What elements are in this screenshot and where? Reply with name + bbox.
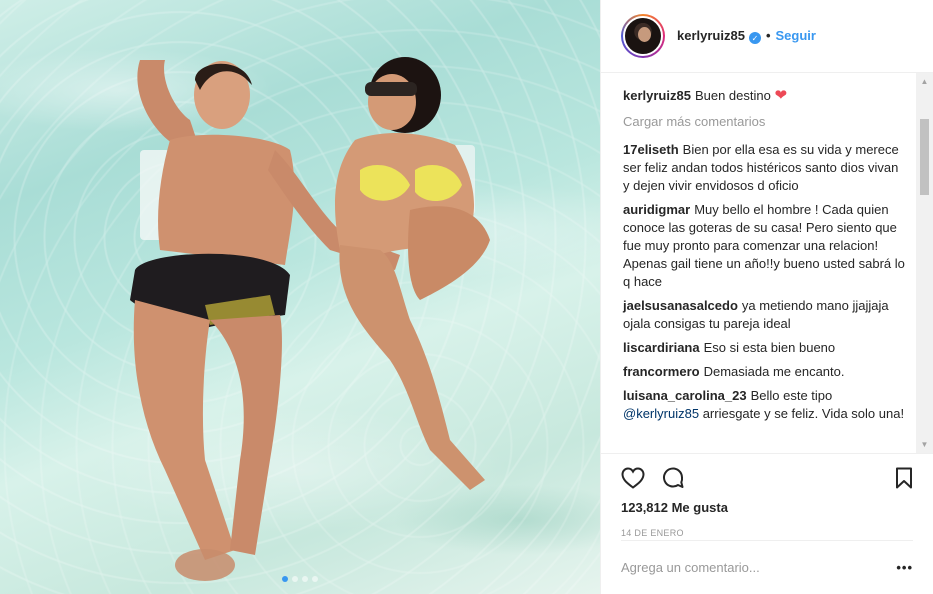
post-actions-area: 123,812 Me gusta 14 DE ENERO [601, 453, 933, 542]
follow-button[interactable]: Seguir [776, 28, 816, 43]
comment-item: auridigmar Muy bello el hombre ! Cada qui… [623, 201, 907, 291]
comment-item: 17eliseth Bien por ella esa es su vida y … [623, 141, 907, 195]
red-heart-emoji-icon: ❤ [774, 87, 788, 104]
add-comment-section: ••• [621, 540, 913, 594]
more-options-icon[interactable]: ••• [896, 560, 913, 575]
avatar[interactable] [623, 16, 663, 56]
comment-item: liscardiriana Eso si esta bien bueno [623, 339, 907, 357]
carousel-dot[interactable] [292, 576, 298, 582]
comment-username[interactable]: francormero [623, 364, 700, 379]
caption-text: Buen destino [694, 88, 771, 103]
separator-dot: • [765, 27, 771, 43]
comment-item: jaelsusanasalcedo ya metiendo mano jjajja… [623, 297, 907, 333]
save-button[interactable] [887, 462, 913, 494]
comment-username[interactable]: liscardiriana [623, 340, 700, 355]
carousel-dot[interactable] [282, 576, 288, 582]
load-more-comments-link[interactable]: Cargar más comentarios [623, 113, 907, 131]
comment-input[interactable] [621, 560, 897, 575]
comment-text: arriesgate y se feliz. Vida solo una! [702, 406, 905, 421]
comment-button[interactable] [661, 462, 701, 494]
comments-list[interactable]: kerlyruiz85 Buen destino ❤ Cargar más com… [601, 73, 933, 453]
comment-item: luisana_carolina_23 Bello este tipo @kerl… [623, 387, 907, 423]
story-ring[interactable] [621, 14, 665, 58]
likes-count[interactable]: 123,812 Me gusta [621, 500, 913, 515]
couple-illustration [130, 57, 490, 581]
heart-icon [621, 467, 645, 489]
comment-text: Demasiada me encanto. [703, 364, 845, 379]
like-button[interactable] [621, 462, 661, 494]
comment-item: francormero Demasiada me encanto. [623, 363, 907, 381]
comment-text: Bello este tipo [750, 388, 833, 403]
comments-scrollbar[interactable]: ▲ ▼ [916, 73, 933, 453]
header-user-line: kerlyruiz85 ✓ • Seguir [677, 28, 816, 45]
comment-text: Eso si esta bien bueno [703, 340, 836, 355]
instagram-post: kerlyruiz85 ✓ • Seguir kerlyruiz85 Buen dest… [0, 0, 933, 594]
header-username[interactable]: kerlyruiz85 [677, 28, 745, 43]
action-bar [621, 462, 913, 494]
carousel-dot[interactable] [302, 576, 308, 582]
woman-figure [335, 57, 490, 490]
scroll-down-arrow-icon[interactable]: ▼ [916, 436, 933, 453]
comment-bubble-icon [663, 467, 684, 488]
comment-mention-link[interactable]: @kerlyruiz85 [623, 406, 699, 421]
carousel-dot[interactable] [312, 576, 318, 582]
post-date[interactable]: 14 DE ENERO [621, 528, 913, 538]
post-photo[interactable] [0, 0, 600, 594]
bookmark-icon [896, 467, 912, 489]
comment-username[interactable]: jaelsusanasalcedo [623, 298, 738, 313]
caption: kerlyruiz85 Buen destino ❤ [623, 87, 907, 105]
comment-username[interactable]: auridigmar [623, 202, 690, 217]
scroll-thumb[interactable] [920, 119, 929, 195]
carousel-indicator [282, 576, 318, 582]
verified-badge-icon: ✓ [748, 32, 761, 45]
comment-username[interactable]: 17eliseth [623, 142, 679, 157]
post-sidebar: kerlyruiz85 ✓ • Seguir kerlyruiz85 Buen dest… [600, 0, 933, 594]
post-header: kerlyruiz85 ✓ • Seguir [601, 0, 933, 73]
comment-username[interactable]: luisana_carolina_23 [623, 388, 747, 403]
scroll-up-arrow-icon[interactable]: ▲ [916, 73, 933, 90]
caption-username[interactable]: kerlyruiz85 [623, 88, 691, 103]
